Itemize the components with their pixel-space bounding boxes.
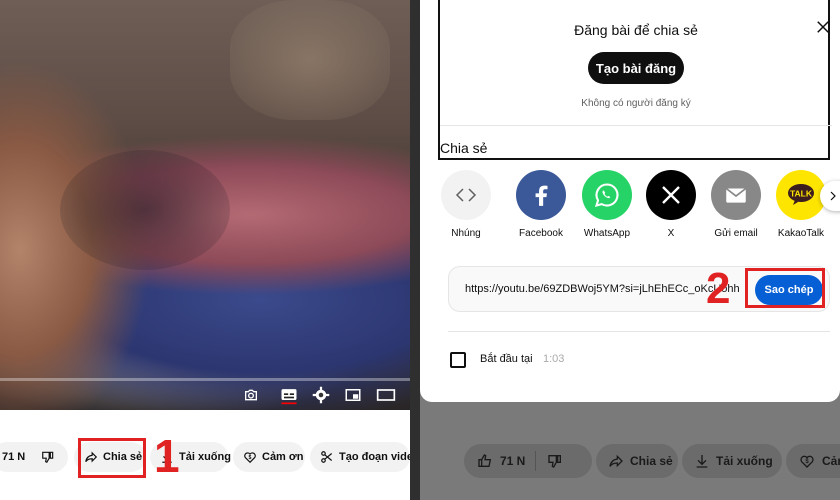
video-frame-shadow (60, 150, 230, 270)
clip-label: Tạo đoạn video (339, 451, 410, 463)
step-1-marker: 1 (154, 430, 180, 482)
dimmed-share-label: Chia sẻ (630, 454, 673, 468)
like-icon (476, 452, 494, 470)
share-app-embed[interactable]: Nhúng (434, 170, 498, 239)
dimmed-like-separator (535, 451, 537, 471)
facebook-icon (516, 170, 566, 220)
share-app-label: Facebook (519, 228, 563, 239)
post-title: Đăng bài để chia sẻ (574, 22, 698, 38)
dislike-icon (546, 452, 564, 470)
svg-text:$: $ (805, 459, 809, 465)
svg-text:$: $ (249, 455, 252, 461)
like-count[interactable]: 71 N (2, 451, 25, 463)
dimmed-download-button: Tải xuống (682, 444, 782, 478)
subscriber-note: Không có người đăng ký (581, 98, 691, 109)
copy-button-highlight (745, 268, 825, 308)
share-section-label: Chia sẻ (440, 140, 488, 156)
create-post-button[interactable]: Tạo bài đăng (588, 52, 684, 84)
share-app-label: X (667, 228, 675, 239)
dimmed-like-count: 71 N (500, 454, 526, 468)
share-app-x[interactable]: X (639, 170, 703, 239)
theater-mode-icon[interactable] (375, 384, 397, 406)
video-frame-highlight (230, 0, 390, 120)
video-action-bar: 71 N Chia sẻ Tải xuống $ Cảm ơn Tạo đoạn… (0, 438, 410, 478)
embed-icon (441, 170, 491, 220)
share-app-whatsapp[interactable]: WhatsApp (575, 170, 639, 239)
share-app-label: Gửi email (714, 228, 758, 239)
download-icon (694, 452, 710, 470)
chevron-right-icon (830, 191, 836, 201)
download-label: Tải xuống (179, 451, 231, 463)
share-app-email[interactable]: Gửi email (704, 170, 768, 239)
thanks-label: Cảm ơn (262, 451, 304, 463)
thanks-button[interactable]: $ Cảm ơn (233, 442, 305, 472)
clip-button[interactable]: Tạo đoạn video (310, 442, 410, 472)
left-edge-strip (410, 0, 420, 500)
settings-icon[interactable] (310, 384, 332, 406)
x-icon (646, 170, 696, 220)
share-icon (608, 452, 624, 470)
post-divider (440, 125, 832, 126)
dimmed-download-label: Tải xuống (716, 454, 773, 468)
dialog-divider (448, 331, 830, 332)
start-at-time[interactable]: 1:03 (543, 353, 564, 365)
dimmed-thanks-button: $ Cảm (786, 444, 840, 478)
dislike-icon[interactable] (41, 449, 55, 465)
dimmed-action-bar: 71 N Chia sẻ Tải xuống $ Cả (410, 444, 840, 484)
video-page-left: 71 N Chia sẻ Tải xuống $ Cảm ơn Tạo đoạn… (0, 0, 410, 500)
post-section: Đăng bài để chia sẻ Tạo bài đăng Không c… (438, 0, 832, 160)
miniplayer-icon[interactable] (342, 384, 364, 406)
share-app-label: KakaoTalk (777, 228, 825, 239)
dimmed-like-group: 71 N (464, 444, 592, 478)
share-button-highlight (78, 438, 146, 478)
whatsapp-icon (582, 170, 632, 220)
like-dislike-group: 71 N (0, 442, 68, 472)
step-2-marker: 2 (706, 264, 731, 313)
svg-text:TALK: TALK (790, 189, 813, 199)
email-icon (711, 170, 761, 220)
video-progress-bar[interactable] (0, 378, 410, 381)
share-page-right: Đăng bài để chia sẻ Tạo bài đăng Không c… (410, 0, 840, 500)
start-at-checkbox[interactable] (450, 352, 466, 368)
screenshot-root: 71 N Chia sẻ Tải xuống $ Cảm ơn Tạo đoạn… (0, 0, 840, 500)
share-app-label: Nhúng (451, 228, 481, 239)
thanks-icon: $ (798, 452, 816, 470)
close-icon[interactable] (814, 18, 834, 38)
share-app-label: WhatsApp (583, 228, 631, 239)
share-app-facebook[interactable]: Facebook (509, 170, 573, 239)
thanks-icon: $ (243, 449, 257, 465)
start-at-label: Bắt đầu tại (480, 353, 533, 365)
kakaotalk-icon: TALK (776, 170, 826, 220)
share-dialog: Đăng bài để chia sẻ Tạo bài đăng Không c… (420, 0, 840, 402)
subtitles-icon[interactable] (278, 384, 300, 406)
camera-icon[interactable] (240, 384, 262, 406)
dimmed-thanks-label: Cảm (822, 454, 840, 468)
dimmed-share-button: Chia sẻ (596, 444, 678, 478)
scissors-icon (320, 449, 334, 465)
video-player[interactable] (0, 0, 410, 410)
